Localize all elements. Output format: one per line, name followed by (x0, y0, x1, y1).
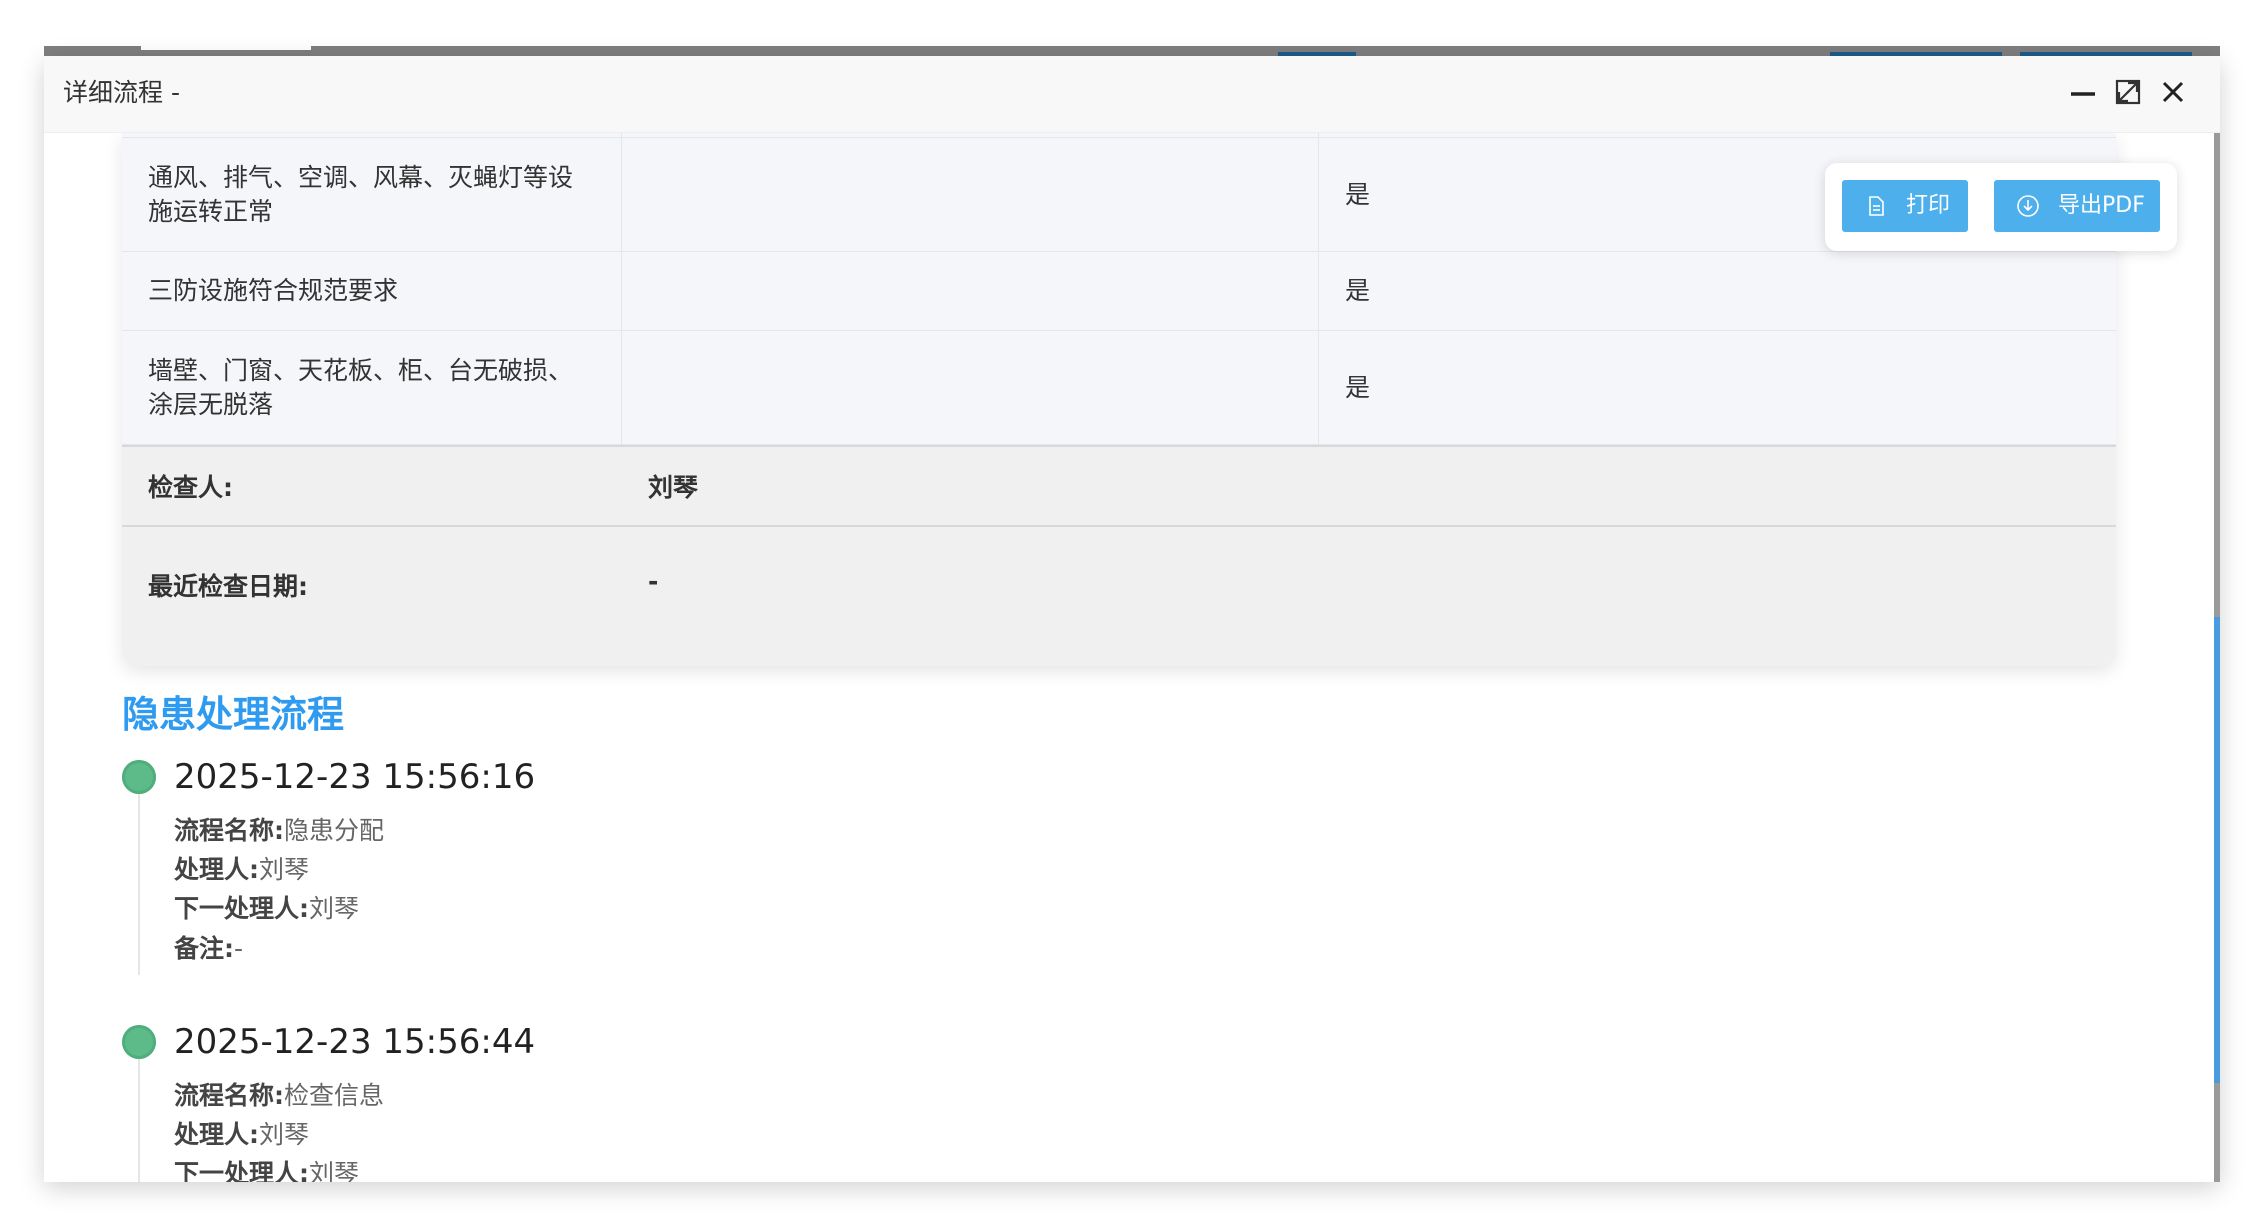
next-handler-field: 下一处理人:刘琴 (174, 894, 360, 923)
item-text: 通风、排气、空调、风幕、灭蝇灯等设施运转正常 (148, 162, 574, 226)
result-cell: 是 (1319, 252, 2116, 330)
process-section-title: 隐患处理流程 (122, 693, 344, 736)
table-row: 三防设施符合规范要求 是 (122, 252, 2116, 331)
inspector-label: 检查人: (148, 473, 233, 502)
remark-field: 备注:- (174, 934, 244, 963)
timeline-item: 2025-12-23 15:56:16 流程名称:隐患分配 处理人:刘琴 下一处… (122, 754, 1522, 974)
dialog-body: 通风、排气、空调、风幕、灭蝇灯等设施运转正常 是 三防设施符合规范要求 是 墙壁… (44, 133, 2220, 1182)
export-pdf-button[interactable]: 导出PDF (1994, 180, 2160, 232)
timeline-time: 2025-12-23 15:56:16 (174, 757, 536, 797)
note-cell (622, 138, 1319, 251)
minimize-icon (2071, 92, 2095, 96)
handler-field: 处理人:刘琴 (174, 1120, 310, 1149)
item-text: 三防设施符合规范要求 (148, 276, 399, 305)
background-app-strip (44, 46, 2220, 56)
print-label: 打印 (1906, 193, 1951, 218)
last-check-date-label: 最近检查日期: (148, 572, 308, 601)
timeline-time: 2025-12-23 15:56:44 (174, 1022, 536, 1062)
dialog-header: 详细流程 - (44, 56, 2220, 133)
item-cell: 通风、排气、空调、风幕、灭蝇灯等设施运转正常 (122, 138, 622, 251)
process-name-field: 流程名称:检查信息 (174, 1081, 385, 1110)
item-cell: 墙壁、门窗、天花板、柜、台无破损、涂层无脱落 (122, 331, 622, 444)
timeline-dot (122, 1025, 156, 1059)
last-check-date-row: 最近检查日期: - (122, 525, 2116, 666)
item-cell: 三防设施符合规范要求 (122, 252, 622, 330)
timeline-dot (122, 760, 156, 794)
handler-field: 处理人:刘琴 (174, 855, 310, 884)
result-cell: 是 (1319, 331, 2116, 444)
scrollbar-thumb[interactable] (2214, 617, 2220, 1083)
inspection-table: 通风、排气、空调、风幕、灭蝇灯等设施运转正常 是 三防设施符合规范要求 是 墙壁… (122, 133, 2116, 666)
inspector-value: 刘琴 (648, 473, 699, 502)
note-cell (622, 252, 1319, 330)
close-icon (2162, 81, 2184, 103)
export-pdf-label: 导出PDF (2058, 193, 2145, 218)
maximize-button[interactable] (2110, 74, 2146, 110)
background-tab (141, 46, 311, 50)
note-cell (622, 331, 1319, 444)
item-text: 墙壁、门窗、天花板、柜、台无破损、涂层无脱落 (148, 355, 574, 419)
result-text: 是 (1345, 276, 1371, 305)
dialog-title: 详细流程 - (63, 78, 180, 107)
download-icon (2017, 195, 2039, 217)
document-icon (1869, 196, 1884, 216)
timeline-item: 2025-12-23 15:56:44 流程名称:检查信息 处理人:刘琴 下一处… (122, 1019, 1522, 1182)
screen: 详细流程 - 通风、排气、空调、风幕、灭蝇灯等设施运转正常 是 三防设施符合规范… (0, 0, 2265, 1225)
inspector-row: 检查人: 刘琴 (122, 445, 2116, 525)
last-check-date-value: - (648, 567, 659, 596)
process-name-field: 流程名称:隐患分配 (174, 816, 385, 845)
next-handler-field: 下一处理人:刘琴 (174, 1159, 360, 1182)
detail-process-dialog: 详细流程 - 通风、排气、空调、风幕、灭蝇灯等设施运转正常 是 三防设施符合规范… (44, 56, 2220, 1182)
print-button[interactable]: 打印 (1842, 180, 1968, 232)
action-panel: 打印 导出PDF (1825, 163, 2177, 251)
minimize-button[interactable] (2065, 74, 2101, 110)
table-row: 通风、排气、空调、风幕、灭蝇灯等设施运转正常 是 (122, 138, 2116, 252)
close-button[interactable] (2155, 74, 2191, 110)
table-row: 墙壁、门窗、天花板、柜、台无破损、涂层无脱落 是 (122, 331, 2116, 445)
result-text: 是 (1345, 372, 1371, 402)
maximize-icon (2115, 79, 2141, 105)
